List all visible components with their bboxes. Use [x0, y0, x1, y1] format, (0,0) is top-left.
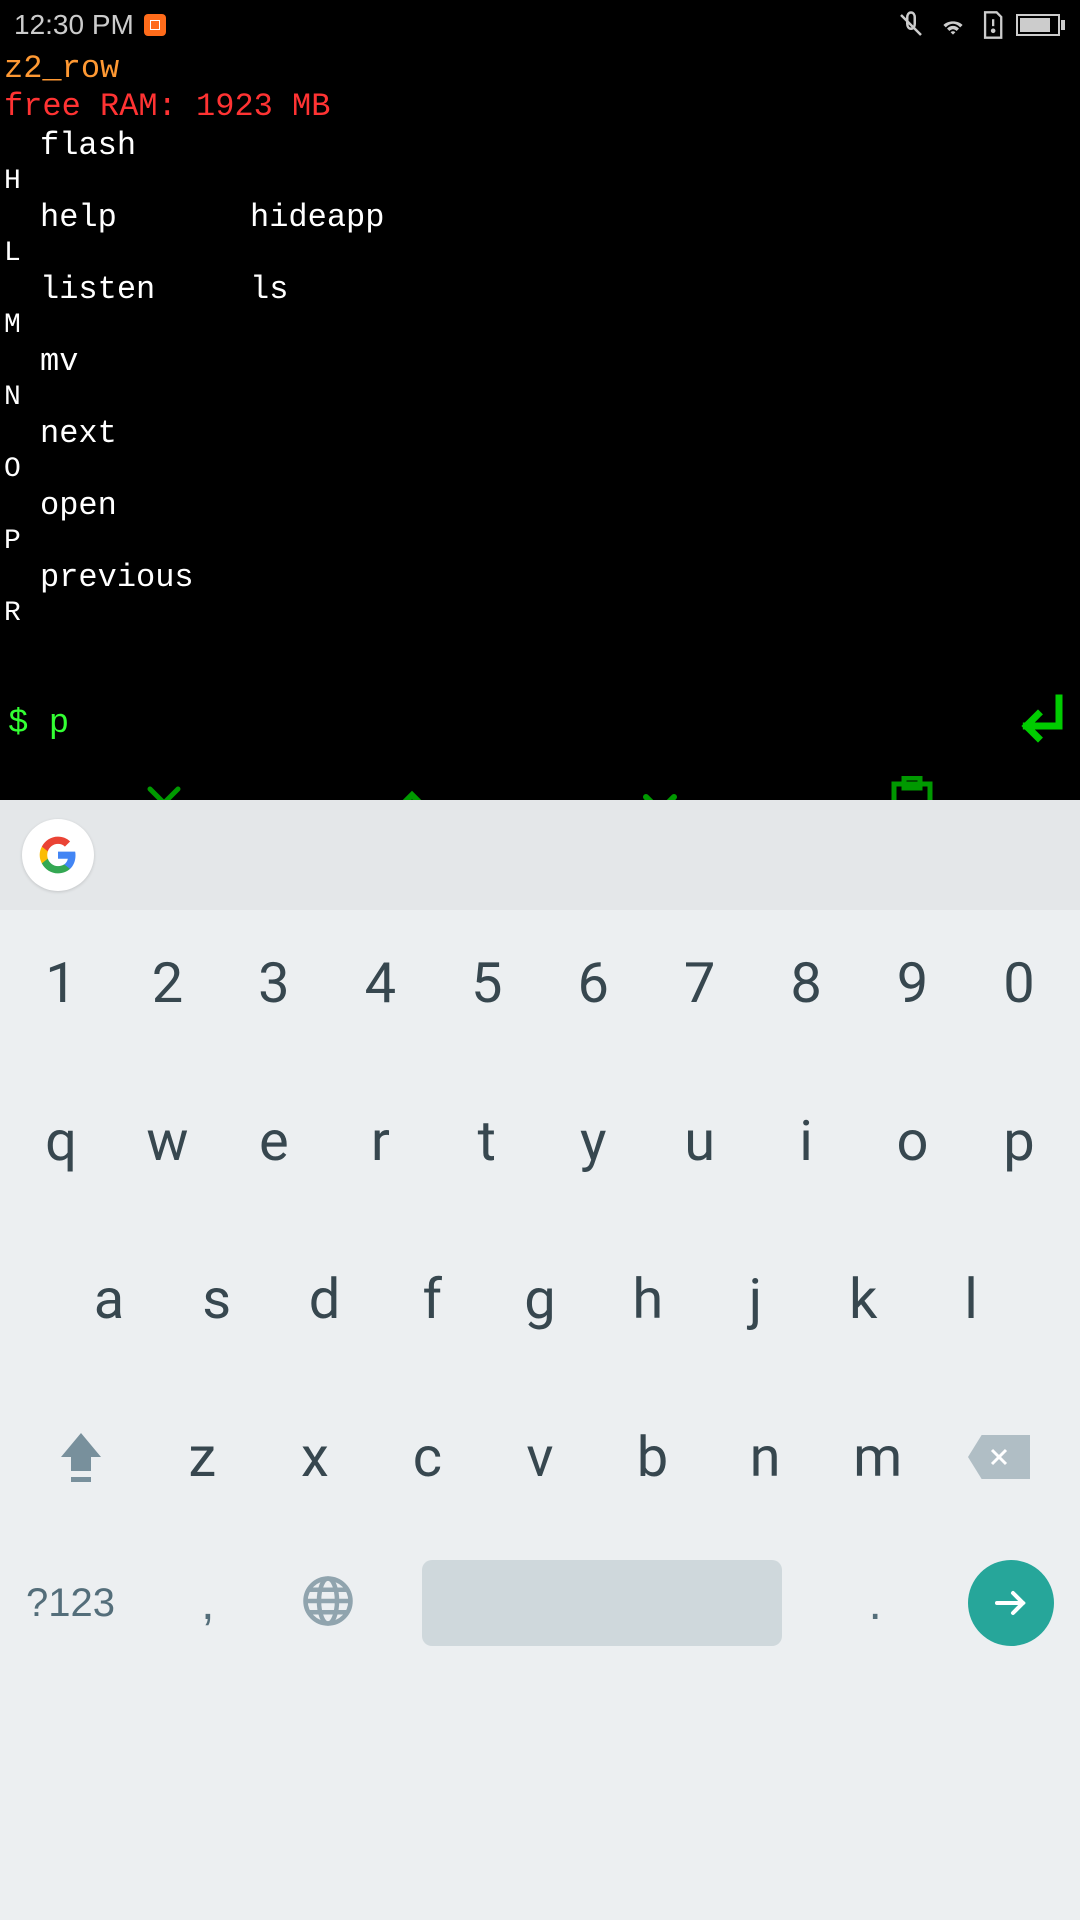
status-time: 12:30 PM — [14, 9, 134, 41]
key-8[interactable]: 8 — [755, 928, 857, 1038]
key-q[interactable]: q — [10, 1086, 112, 1196]
key-n[interactable]: n — [714, 1402, 816, 1512]
key-i[interactable]: i — [755, 1086, 857, 1196]
section-letter: M — [4, 309, 1080, 343]
key-u[interactable]: u — [649, 1086, 751, 1196]
notification-indicator-icon — [144, 14, 166, 36]
key-w[interactable]: w — [116, 1086, 218, 1196]
section-letter: O — [4, 453, 1080, 487]
command-item[interactable]: mv — [40, 343, 250, 381]
key-6[interactable]: 6 — [542, 928, 644, 1038]
keyboard-row-top: qwertyuiop — [10, 1086, 1070, 1196]
backspace-icon — [968, 1435, 1030, 1479]
key-d[interactable]: d — [274, 1244, 376, 1354]
key-p[interactable]: p — [968, 1086, 1070, 1196]
symbols-key[interactable]: ?123 — [26, 1581, 115, 1626]
space-key[interactable] — [422, 1560, 782, 1646]
key-e[interactable]: e — [223, 1086, 325, 1196]
command-item[interactable]: listen — [40, 271, 250, 309]
key-b[interactable]: b — [602, 1402, 704, 1512]
wifi-icon — [938, 13, 968, 37]
key-x[interactable]: x — [264, 1402, 366, 1512]
key-r[interactable]: r — [329, 1086, 431, 1196]
command-row: open — [4, 487, 1080, 525]
key-l[interactable]: l — [920, 1244, 1022, 1354]
command-item[interactable]: flash — [40, 127, 250, 165]
key-z[interactable]: z — [151, 1402, 253, 1512]
go-key[interactable] — [968, 1560, 1054, 1646]
mute-icon — [896, 10, 926, 40]
keyboard-row-bottom: zxcvbnm — [10, 1402, 1070, 1512]
key-o[interactable]: o — [862, 1086, 964, 1196]
key-1[interactable]: 1 — [10, 928, 112, 1038]
key-h[interactable]: h — [597, 1244, 699, 1354]
arrow-right-icon — [989, 1581, 1033, 1625]
key-7[interactable]: 7 — [649, 928, 751, 1038]
key-k[interactable]: k — [812, 1244, 914, 1354]
status-left: 12:30 PM — [14, 9, 166, 41]
command-row: flash — [4, 127, 1080, 165]
google-icon — [38, 835, 78, 875]
keyboard-row-numbers: 1234567890 — [10, 928, 1070, 1038]
battery-icon — [1016, 13, 1066, 37]
key-f[interactable]: f — [381, 1244, 483, 1354]
command-item[interactable]: help — [40, 199, 250, 237]
comma-key[interactable]: , — [183, 1576, 233, 1631]
command-item[interactable]: open — [40, 487, 250, 525]
key-2[interactable]: 2 — [116, 928, 218, 1038]
key-a[interactable]: a — [58, 1244, 160, 1354]
section-letter: R — [4, 597, 1080, 631]
key-9[interactable]: 9 — [862, 928, 964, 1038]
keyboard-bottom-row: ?123 , . — [0, 1560, 1080, 1676]
sim-alert-icon — [980, 10, 1004, 40]
period-key[interactable]: . — [850, 1576, 900, 1631]
key-4[interactable]: 4 — [329, 928, 431, 1038]
key-t[interactable]: t — [436, 1086, 538, 1196]
key-5[interactable]: 5 — [436, 928, 538, 1038]
globe-icon — [301, 1574, 355, 1628]
keyboard-row-bottom-letters: zxcvbnm — [146, 1402, 934, 1512]
command-row: helphideapp — [4, 199, 1080, 237]
shift-key[interactable] — [16, 1429, 146, 1485]
prompt-text[interactable]: $ p — [8, 704, 69, 745]
command-list: flashHhelphideappLlistenlsMmvNnextOopenP… — [0, 127, 1080, 631]
command-item[interactable]: next — [40, 415, 250, 453]
section-letter: N — [4, 381, 1080, 415]
status-bar: 12:30 PM — [0, 0, 1080, 50]
key-s[interactable]: s — [166, 1244, 268, 1354]
keyboard-rows: 1234567890 qwertyuiop asdfghjkl zxcvbnm — [0, 910, 1080, 1512]
key-v[interactable]: v — [489, 1402, 591, 1512]
section-letter: L — [4, 237, 1080, 271]
command-row: previous — [4, 559, 1080, 597]
keyboard-row-middle: asdfghjkl — [10, 1244, 1070, 1354]
key-3[interactable]: 3 — [223, 928, 325, 1038]
ram-status: free RAM: 1923 MB — [0, 88, 1080, 126]
prompt-row: $ p — [0, 631, 1080, 758]
enter-icon[interactable] — [1010, 691, 1066, 758]
command-item[interactable]: ls — [250, 271, 288, 309]
section-letter: P — [4, 525, 1080, 559]
key-m[interactable]: m — [827, 1402, 929, 1512]
command-row: next — [4, 415, 1080, 453]
status-right — [896, 10, 1066, 40]
terminal[interactable]: z2_row free RAM: 1923 MB flashHhelphidea… — [0, 50, 1080, 758]
key-j[interactable]: j — [705, 1244, 807, 1354]
command-row: listenls — [4, 271, 1080, 309]
keyboard-top-bar — [0, 800, 1080, 910]
backspace-key[interactable] — [934, 1435, 1064, 1479]
command-row: mv — [4, 343, 1080, 381]
language-key[interactable] — [301, 1574, 355, 1633]
key-c[interactable]: c — [376, 1402, 478, 1512]
keyboard: 1234567890 qwertyuiop asdfghjkl zxcvbnm … — [0, 800, 1080, 1920]
section-letter: H — [4, 165, 1080, 199]
command-item[interactable]: previous — [40, 559, 250, 597]
key-y[interactable]: y — [542, 1086, 644, 1196]
key-0[interactable]: 0 — [968, 928, 1070, 1038]
shift-icon — [57, 1429, 105, 1485]
key-g[interactable]: g — [489, 1244, 591, 1354]
app-title: z2_row — [0, 50, 1080, 88]
command-item[interactable]: hideapp — [250, 199, 384, 237]
google-search-button[interactable] — [22, 819, 94, 891]
